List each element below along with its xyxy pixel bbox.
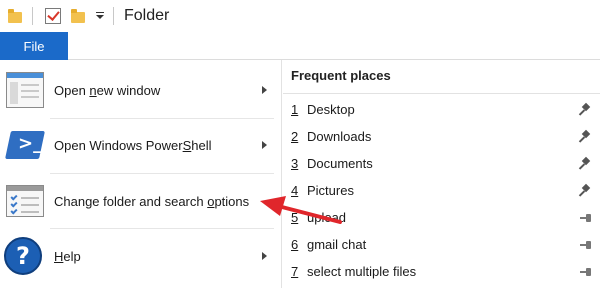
frequent-places-title: Frequent places [291,68,391,83]
item-label: gmail chat [307,237,367,252]
frequent-place-item[interactable]: 6 gmail chat [283,231,600,258]
frequent-place-item[interactable]: 1 Desktop [283,96,600,123]
file-menu: Open new window >_ Open Windows PowerShe… [0,60,282,288]
unpinned-icon[interactable] [580,239,592,251]
chevron-right-icon [262,252,267,260]
new-folder-icon[interactable] [71,9,85,23]
item-number: 3 [291,156,299,171]
item-number: 1 [291,102,299,117]
chevron-right-icon [262,86,267,94]
frequent-places-pane: Frequent places 1 Desktop 2 Downloads 3 … [283,60,600,288]
item-label: upload [307,210,347,225]
item-number: 5 [291,210,299,225]
menu-item-help[interactable]: ? Help [0,228,282,284]
pin-icon[interactable] [580,185,592,197]
window-title: Folder [124,7,170,24]
frequent-place-item[interactable]: 3 Documents [283,150,600,177]
menu-item-change-folder-options[interactable]: Change folder and search options [0,173,282,229]
pin-icon[interactable] [580,158,592,170]
properties-check-icon[interactable] [45,8,61,24]
chevron-right-icon [262,141,267,149]
pin-icon[interactable] [580,131,592,143]
quick-access-toolbar [0,0,122,32]
menu-item-label: Open new window [54,82,161,98]
item-number: 6 [291,237,299,252]
menu-item-label: Change folder and search options [54,193,250,209]
divider [32,7,33,25]
frequent-place-item[interactable]: 2 Downloads [283,123,600,150]
item-label: Downloads [307,129,372,144]
item-label: Pictures [307,183,354,198]
item-number: 4 [291,183,299,198]
menu-item-label: Open Windows PowerShell [54,137,212,153]
divider [113,7,114,25]
unpinned-icon[interactable] [580,266,592,278]
frequent-place-item[interactable]: 5 upload [283,204,600,231]
item-label: Desktop [307,102,355,117]
unpinned-icon[interactable] [580,212,592,224]
ribbon: File [0,32,600,60]
help-icon: ? [4,237,42,275]
menu-item-label: Help [54,248,81,264]
window-icon [6,72,44,108]
item-number: 2 [291,129,299,144]
customize-quick-access-icon[interactable] [95,11,105,21]
pin-icon[interactable] [580,104,592,116]
frequent-place-item[interactable]: 4 Pictures [283,177,600,204]
item-label: Documents [307,156,373,171]
powershell-icon: >_ [5,127,45,163]
options-icon [6,185,44,217]
menu-item-open-new-window[interactable]: Open new window [0,62,282,118]
title-bar: Folder [0,0,600,32]
item-number: 7 [291,264,299,279]
divider [283,93,600,94]
folder-icon [8,9,24,23]
file-tab[interactable]: File [0,32,68,60]
item-label: select multiple files [307,264,417,279]
frequent-place-item[interactable]: 7 select multiple files [283,258,600,285]
menu-item-open-powershell[interactable]: >_ Open Windows PowerShell [0,117,282,173]
